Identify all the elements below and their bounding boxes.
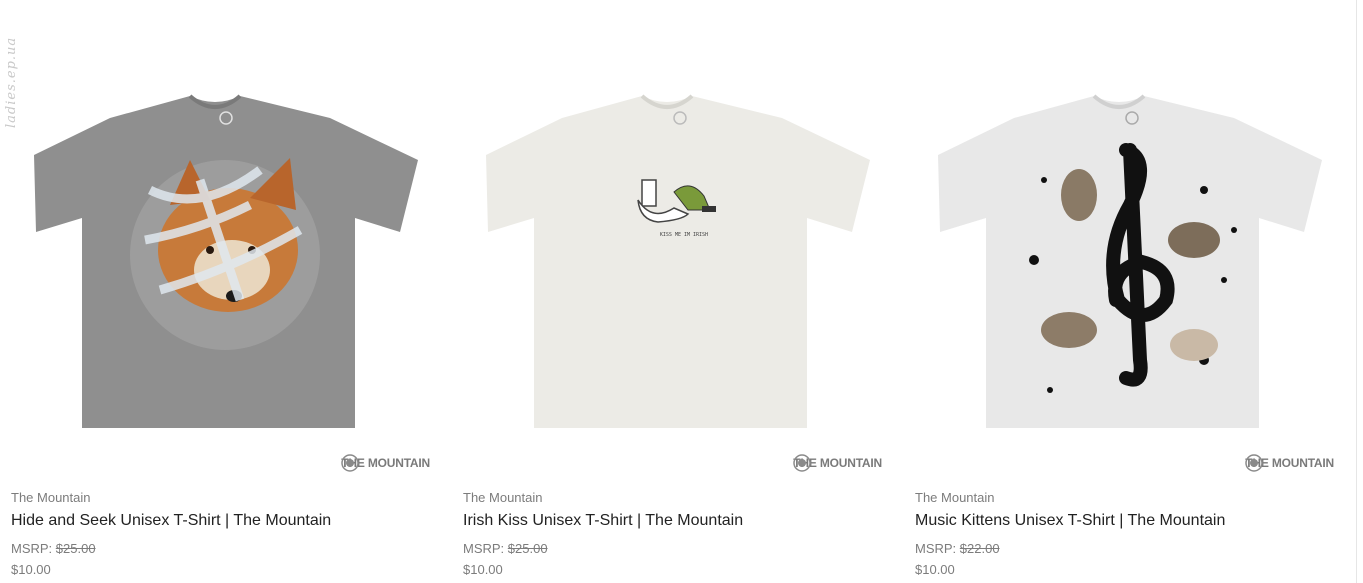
product-card[interactable]: KISS ME IM IRISH THE MOUNTAIN The Mounta… xyxy=(452,0,882,583)
product-card[interactable]: THE MOUNTAIN The Mountain Hide and Seek … xyxy=(0,0,430,583)
product-card[interactable]: THE MOUNTAIN The Mountain Music Kittens … xyxy=(904,0,1334,583)
tshirt-light-gray-image xyxy=(938,94,1322,428)
product-grid: THE MOUNTAIN The Mountain Hide and Seek … xyxy=(0,0,1363,583)
msrp-label: MSRP: xyxy=(11,541,53,556)
msrp-label: MSRP: xyxy=(915,541,957,556)
brand-logo: THE MOUNTAIN xyxy=(341,454,430,472)
product-msrp: MSRP: $25.00 xyxy=(11,541,96,556)
page-edge-divider xyxy=(1356,0,1357,583)
product-title-link[interactable]: Hide and Seek Unisex T-Shirt | The Mount… xyxy=(11,512,331,530)
product-msrp: MSRP: $22.00 xyxy=(915,541,1000,556)
product-msrp: MSRP: $25.00 xyxy=(463,541,548,556)
product-price: $10.00 xyxy=(11,562,51,577)
product-title-link[interactable]: Music Kittens Unisex T-Shirt | The Mount… xyxy=(915,512,1225,530)
product-vendor: The Mountain xyxy=(915,490,995,505)
msrp-value: $25.00 xyxy=(55,541,96,556)
shirt-graphic-text: KISS ME IM IRISH xyxy=(660,232,708,238)
brand-logo: THE MOUNTAIN xyxy=(1245,454,1334,472)
product-vendor: The Mountain xyxy=(11,490,91,505)
product-image-music-kittens[interactable]: THE MOUNTAIN xyxy=(904,0,1334,480)
product-title-link[interactable]: Irish Kiss Unisex T-Shirt | The Mountain xyxy=(463,512,743,530)
sunburst-icon xyxy=(341,454,360,472)
sunburst-icon xyxy=(1245,454,1264,472)
sunburst-icon xyxy=(793,454,812,472)
product-price: $10.00 xyxy=(463,562,503,577)
msrp-value: $25.00 xyxy=(507,541,548,556)
product-price: $10.00 xyxy=(915,562,955,577)
tshirt-gray-image xyxy=(34,94,418,428)
product-image-hide-and-seek[interactable]: THE MOUNTAIN xyxy=(0,0,430,480)
brand-logo: THE MOUNTAIN xyxy=(793,454,882,472)
tshirt-white-image: KISS ME IM IRISH xyxy=(486,94,870,428)
msrp-value: $22.00 xyxy=(959,541,1000,556)
msrp-label: MSRP: xyxy=(463,541,505,556)
product-image-irish-kiss[interactable]: KISS ME IM IRISH THE MOUNTAIN xyxy=(452,0,882,480)
product-vendor: The Mountain xyxy=(463,490,543,505)
